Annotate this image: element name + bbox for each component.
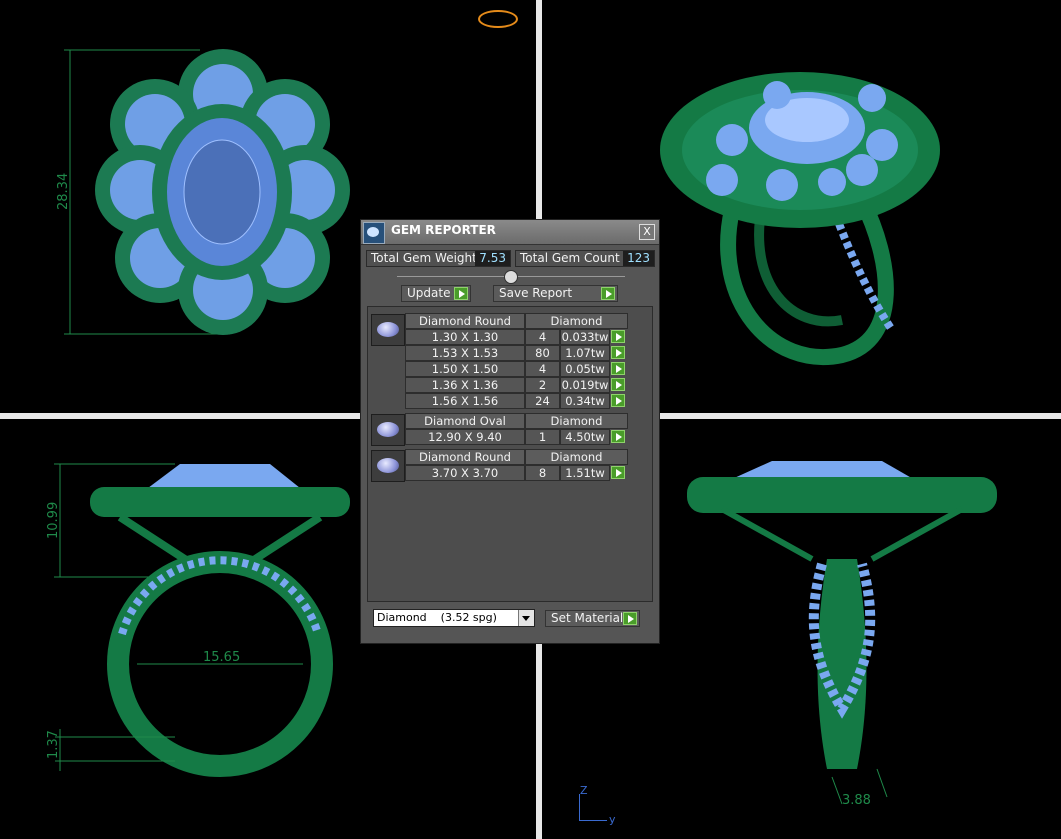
gem-size: 1.36 X 1.36 (405, 377, 525, 393)
round-gem-icon (371, 450, 405, 482)
gem-count: 2 (525, 377, 560, 393)
axis-y-label: y (609, 813, 616, 826)
axis-gizmo: Z y (577, 784, 617, 826)
gem-size: 1.50 X 1.50 (405, 361, 525, 377)
mini-ring-icon[interactable] (478, 10, 518, 28)
row-select-arrow-icon[interactable] (611, 378, 625, 391)
gem-weight: 0.05tw (560, 361, 610, 377)
gem-reporter-window[interactable]: GEM REPORTER X Total Gem Weight 7.53 Tot… (360, 219, 660, 644)
ring-top-view (95, 49, 350, 335)
gem-size: 1.30 X 1.30 (405, 329, 525, 345)
play-arrow-icon (623, 612, 637, 625)
gem-count: 4 (525, 329, 560, 345)
row-select-arrow-icon[interactable] (611, 466, 625, 479)
row-select-arrow-icon[interactable] (611, 362, 625, 375)
axis-z-label: Z (580, 784, 588, 797)
ring-perspective-view (660, 72, 940, 365)
update-label: Update (407, 286, 451, 300)
dimension-height-label: 28.34 (56, 173, 71, 210)
gem-count: 80 (525, 345, 560, 361)
gem-weight: 0.019tw (560, 377, 610, 393)
gem-weight: 1.07tw (560, 345, 610, 361)
set-material-button[interactable]: Set Material (545, 610, 640, 627)
group-material-header: Diamond (525, 413, 628, 429)
gem-weight: 0.34tw (560, 393, 610, 409)
gem-weight: 1.51tw (560, 465, 610, 481)
set-material-label: Set Material (551, 611, 624, 625)
gem-size: 1.53 X 1.53 (405, 345, 525, 361)
group-material-header: Diamond (525, 449, 628, 465)
row-select-arrow-icon[interactable] (611, 394, 625, 407)
ring-front-view (90, 464, 350, 777)
window-title: GEM REPORTER (391, 223, 496, 237)
close-button[interactable]: X (639, 224, 655, 240)
gem-size: 3.70 X 3.70 (405, 465, 525, 481)
material-select[interactable]: Diamond (3.52 spg) (373, 609, 535, 627)
play-arrow-icon (454, 287, 468, 300)
title-bar[interactable]: GEM REPORTER X (361, 220, 659, 245)
ring-side-view (687, 461, 997, 769)
slider-handle[interactable] (504, 270, 518, 284)
dimension-height-label: 10.99 (46, 502, 61, 539)
row-select-arrow-icon[interactable] (611, 346, 625, 359)
total-gem-weight-value: 7.53 (475, 251, 510, 266)
gem-list[interactable]: Diamond Round Diamond 1.30 X 1.30 4 0.03… (367, 306, 653, 602)
group-shape-header: Diamond Round (405, 449, 525, 465)
gem-weight: 4.50tw (560, 429, 610, 445)
group-shape-header: Diamond Oval (405, 413, 525, 429)
dimension-thickness-label: 1.37 (46, 730, 61, 759)
total-gem-weight-label: Total Gem Weight (371, 251, 477, 265)
round-gem-icon (371, 314, 405, 346)
total-gem-count-value: 123 (623, 251, 654, 266)
dropdown-arrow-icon[interactable] (518, 610, 534, 626)
dimension-band-width-label: 3.88 (842, 793, 871, 808)
gem-weight: 0.033tw (560, 329, 610, 345)
gem-count: 1 (525, 429, 560, 445)
row-select-arrow-icon[interactable] (611, 330, 625, 343)
group-shape-header: Diamond Round (405, 313, 525, 329)
total-gem-weight: Total Gem Weight 7.53 (366, 250, 511, 267)
update-button[interactable]: Update (401, 285, 471, 302)
gem-count: 24 (525, 393, 560, 409)
material-select-value: Diamond (3.52 spg) (377, 611, 497, 624)
row-select-arrow-icon[interactable] (611, 430, 625, 443)
save-report-button[interactable]: Save Report (493, 285, 618, 302)
group-material-header: Diamond (525, 313, 628, 329)
gem-reporter-icon (363, 222, 385, 244)
oval-gem-icon (371, 414, 405, 446)
gem-size: 12.90 X 9.40 (405, 429, 525, 445)
total-gem-count-label: Total Gem Count (520, 251, 620, 265)
save-report-label: Save Report (499, 286, 573, 300)
total-gem-count: Total Gem Count 123 (515, 250, 655, 267)
gem-size: 1.56 X 1.56 (405, 393, 525, 409)
gem-count: 4 (525, 361, 560, 377)
gem-count: 8 (525, 465, 560, 481)
dimension-inner-diameter-label: 15.65 (203, 650, 240, 665)
play-arrow-icon (601, 287, 615, 300)
